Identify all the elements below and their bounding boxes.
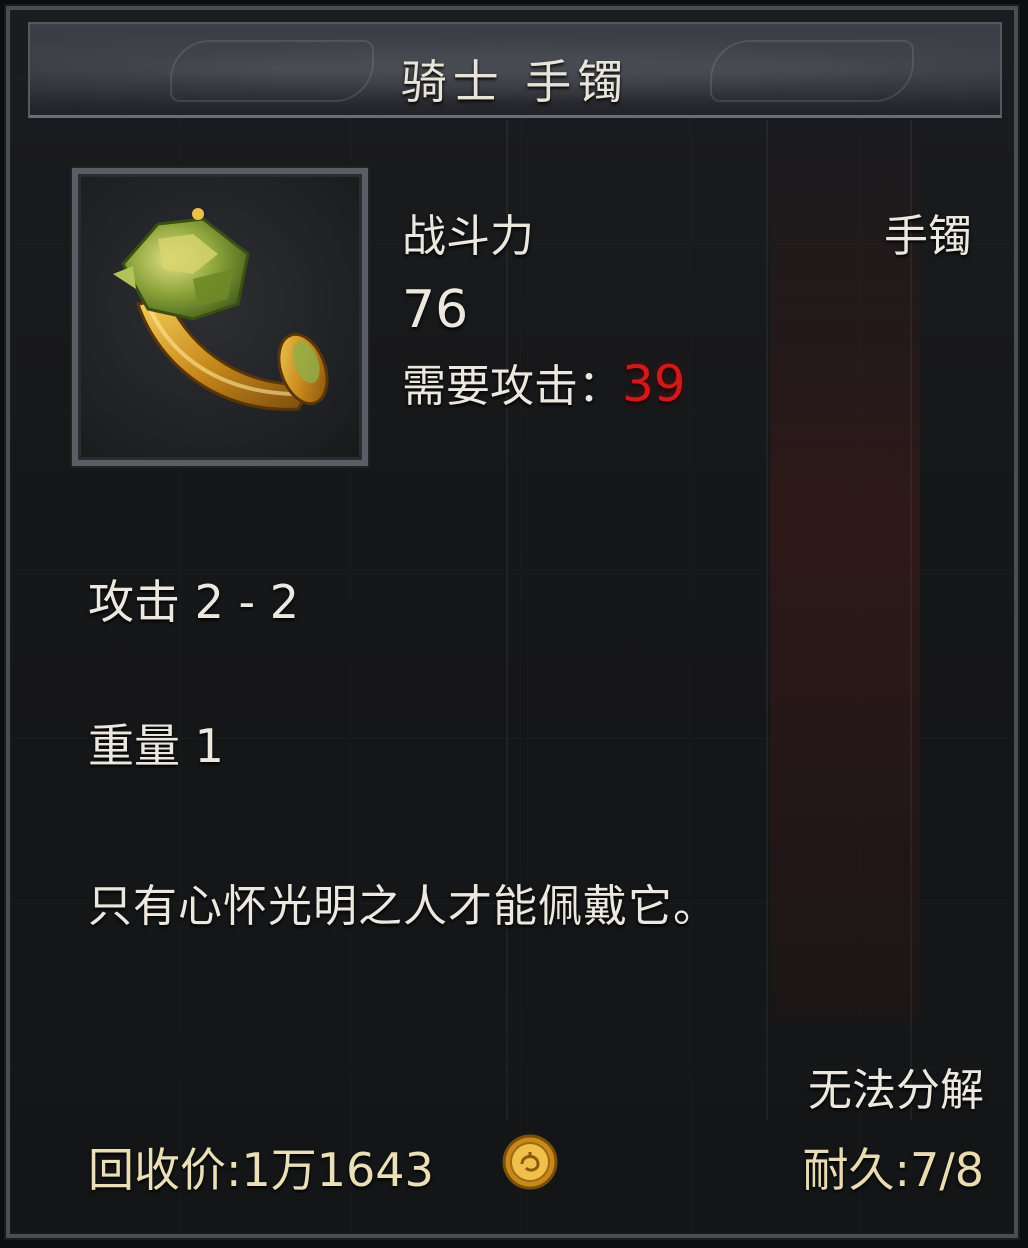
salvage-status: 无法分解 xyxy=(808,1065,984,1116)
item-type: 手镯 xyxy=(884,211,972,262)
item-title: 骑士 手镯 xyxy=(400,55,630,109)
gold-coin-icon xyxy=(502,1134,558,1190)
combat-power-value: 76 xyxy=(402,280,469,340)
item-tooltip: 骑士 手镯 战斗力 手镯 76 需要攻击：39 攻击 2 - 2 重量 1 只有… xyxy=(4,4,1020,1240)
requirement-row: 需要攻击：39 xyxy=(402,350,686,414)
background-divider xyxy=(910,120,912,1120)
stat-weight: 重量 1 xyxy=(88,719,224,773)
requirement-label: 需要攻击： xyxy=(402,361,622,412)
tooltip-header: 骑士 手镯 xyxy=(28,22,1002,118)
recycle-price: 回收价:1万1643 xyxy=(88,1143,434,1197)
item-icon-frame xyxy=(72,168,368,466)
bracelet-icon xyxy=(113,208,329,411)
requirement-value: 39 xyxy=(622,355,686,413)
item-description: 只有心怀光明之人才能佩戴它。 xyxy=(88,881,718,932)
combat-power-label: 战斗力 xyxy=(402,211,534,262)
background-divider xyxy=(506,120,508,1120)
durability: 耐久:7/8 xyxy=(802,1143,984,1197)
background-divider xyxy=(766,120,768,1120)
stat-attack: 攻击 2 - 2 xyxy=(88,575,299,629)
